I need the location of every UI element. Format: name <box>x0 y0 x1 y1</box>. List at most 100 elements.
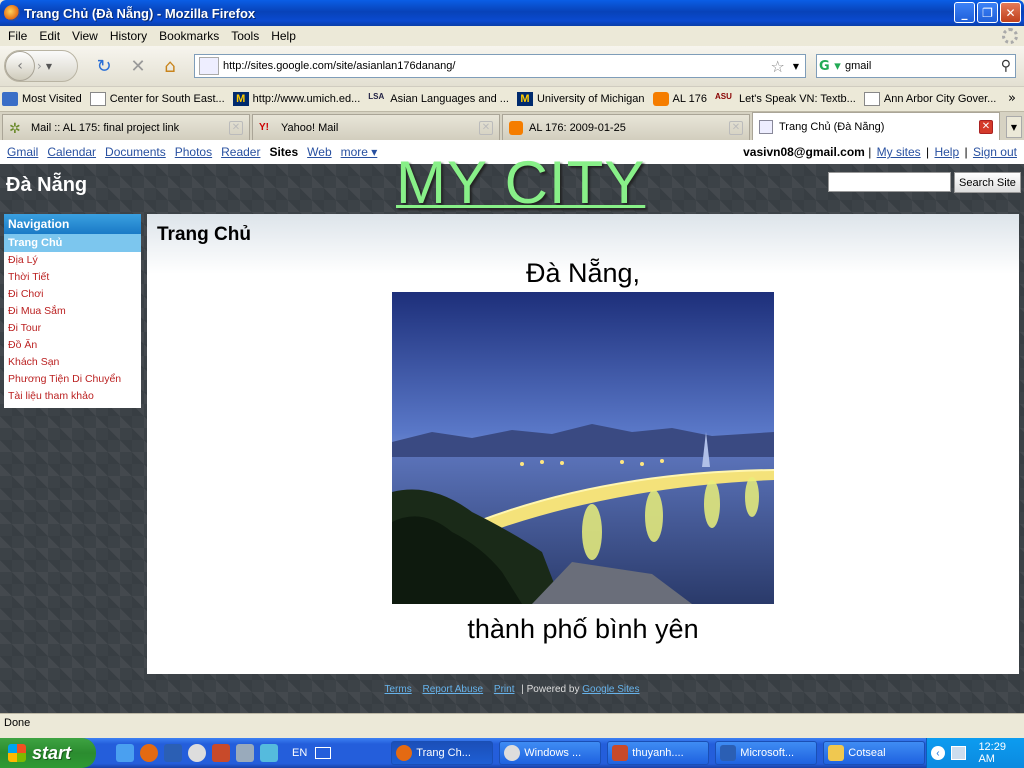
nav-item-do-an[interactable]: Đồ Ăn <box>4 337 141 354</box>
bookmark-label: Let's Speak VN: Textb... <box>739 93 856 105</box>
powered-by-text: Powered by <box>526 684 580 695</box>
help-link[interactable]: Help <box>934 145 959 159</box>
menu-edit[interactable]: Edit <box>33 29 66 43</box>
window-title: Trang Chủ (Đà Nẵng) - Mozilla Firefox <box>24 5 256 21</box>
start-button[interactable]: start <box>0 738 96 768</box>
menu-tools[interactable]: Tools <box>225 29 265 43</box>
quicklaunch-icon[interactable] <box>212 744 230 762</box>
navigation-header: Navigation <box>4 214 141 234</box>
search-icon[interactable]: ⚲ <box>1001 58 1011 74</box>
bookmark-item[interactable]: ASU Let's Speak VN: Textb... <box>715 92 856 106</box>
taskbar-item-thuyanh[interactable]: thuyanh.... <box>607 741 710 765</box>
menu-bookmarks[interactable]: Bookmarks <box>153 29 225 43</box>
report-abuse-link[interactable]: Report Abuse <box>423 684 484 695</box>
site-identity-icon[interactable] <box>199 57 219 75</box>
history-dropdown-icon[interactable]: ▼ <box>46 62 52 71</box>
bookmark-item[interactable]: LSA Asian Languages and ... <box>368 92 509 106</box>
print-link[interactable]: Print <box>494 684 515 695</box>
url-bar[interactable]: http://sites.google.com/site/asianlan176… <box>194 54 806 78</box>
search-site-button[interactable]: Search Site <box>954 172 1021 193</box>
tab-al176[interactable]: AL 176: 2009-01-25 ✕ <box>502 114 750 140</box>
menu-history[interactable]: History <box>104 29 153 43</box>
folder-icon <box>2 92 18 106</box>
reload-button[interactable]: ↻ <box>92 54 116 78</box>
gear-icon: ✲ <box>9 119 21 136</box>
search-input[interactable]: gmail <box>845 60 1001 72</box>
back-button[interactable]: ‹ <box>5 51 35 81</box>
terms-link[interactable]: Terms <box>385 684 412 695</box>
word-icon[interactable] <box>164 744 182 762</box>
gbar-link-photos[interactable]: Photos <box>175 145 212 159</box>
bookmark-item[interactable]: AL 176 <box>652 92 707 106</box>
taskbar-item-firefox[interactable]: Trang Ch... <box>391 741 494 765</box>
url-dropdown-icon[interactable]: ▼ <box>793 62 799 71</box>
media-player-icon[interactable] <box>188 744 206 762</box>
gbar-link-gmail[interactable]: Gmail <box>7 145 38 159</box>
language-indicator[interactable]: EN <box>292 747 307 759</box>
url-text[interactable]: http://sites.google.com/site/asianlan176… <box>223 60 771 72</box>
bookmark-most-visited[interactable]: Most Visited <box>2 92 82 106</box>
nav-item-trang-chu[interactable]: Trang Chủ <box>4 234 141 252</box>
forward-button[interactable]: › <box>37 59 42 73</box>
bookmark-item[interactable]: Mhttp://www.umich.ed... <box>232 92 360 106</box>
restore-button[interactable]: ❐ <box>977 2 998 23</box>
tab-yahoo-mail[interactable]: Y! Yahoo! Mail ✕ <box>252 114 500 140</box>
gbar-link-more[interactable]: more ▾ <box>341 145 378 159</box>
gbar-current-sites: Sites <box>269 145 299 159</box>
tab-trang-chu[interactable]: Trang Chủ (Đà Nẵng) ✕ <box>752 112 1000 140</box>
bookmarks-overflow-icon[interactable]: » <box>1008 91 1016 106</box>
main-content: Trang Chủ Đà Nẵng, thành phố bình yên <box>147 214 1019 674</box>
bookmark-item[interactable]: Ann Arbor City Gover... <box>863 92 996 106</box>
gbar-link-reader[interactable]: Reader <box>221 145 260 159</box>
menu-file[interactable]: File <box>2 29 33 43</box>
site-search-input[interactable] <box>828 172 951 192</box>
bookmark-item[interactable]: Center for South East... <box>89 92 225 106</box>
site-name[interactable]: Đà Nẵng <box>6 174 87 197</box>
my-sites-link[interactable]: My sites <box>877 145 921 159</box>
taskbar-item-microsoft[interactable]: Microsoft... <box>715 741 818 765</box>
nav-item-di-mua-sam[interactable]: Đi Mua Sắm <box>4 303 141 320</box>
menu-view[interactable]: View <box>66 29 104 43</box>
home-button[interactable]: ⌂ <box>158 54 182 78</box>
tray-expand-icon[interactable]: ‹ <box>931 746 945 760</box>
close-window-button[interactable]: ✕ <box>1000 2 1021 23</box>
gbar-link-web[interactable]: Web <box>307 145 331 159</box>
keyboard-icon[interactable] <box>315 747 332 759</box>
page-title: Trang Chủ <box>157 224 251 245</box>
nav-item-dia-ly[interactable]: Địa Lý <box>4 252 141 269</box>
nav-item-phuong-tien[interactable]: Phương Tiện Di Chuyển <box>4 371 141 388</box>
taskbar-item-windows[interactable]: Windows ... <box>499 741 602 765</box>
menu-help[interactable]: Help <box>265 29 302 43</box>
tab-label: AL 176: 2009-01-25 <box>529 121 626 134</box>
tab-mail[interactable]: ✲ Mail :: AL 175: final project link ✕ <box>2 114 250 140</box>
nav-item-tai-lieu[interactable]: Tài liệu tham khảo <box>4 388 141 405</box>
gbar-link-calendar[interactable]: Calendar <box>47 145 96 159</box>
tab-close-icon[interactable]: ✕ <box>729 120 743 135</box>
minimize-button[interactable]: _ <box>954 2 975 23</box>
bookmark-item[interactable]: M University of Michigan <box>516 92 645 106</box>
tab-close-icon[interactable]: ✕ <box>979 119 993 134</box>
nav-item-thoi-tiet[interactable]: Thời Tiết <box>4 269 141 286</box>
stop-button[interactable]: ✕ <box>126 54 150 78</box>
nav-item-khach-san[interactable]: Khách Sạn <box>4 354 141 371</box>
nav-item-di-choi[interactable]: Đi Chơi <box>4 286 141 303</box>
tab-list-dropdown-icon[interactable]: ▼ <box>1006 116 1022 138</box>
gbar-link-documents[interactable]: Documents <box>105 145 166 159</box>
firefox-quicklaunch-icon[interactable] <box>140 744 158 762</box>
tab-close-icon[interactable]: ✕ <box>479 120 493 135</box>
network-icon[interactable] <box>950 746 967 760</box>
clock[interactable]: 12:29 AM <box>978 741 1024 765</box>
bookmark-label: Asian Languages and ... <box>390 93 509 105</box>
sign-out-link[interactable]: Sign out <box>973 145 1017 159</box>
quicklaunch-icon[interactable] <box>260 744 278 762</box>
bookmarks-toolbar: Most Visited Center for South East... Mh… <box>0 86 1024 111</box>
google-engine-icon[interactable]: G ▾ <box>819 56 845 76</box>
taskbar-item-cotseal[interactable]: Cotseal <box>823 741 926 765</box>
ie-icon[interactable] <box>116 744 134 762</box>
bookmark-star-icon[interactable]: ☆ <box>771 57 785 76</box>
quicklaunch-icon[interactable] <box>236 744 254 762</box>
nav-item-di-tour[interactable]: Đi Tour <box>4 320 141 337</box>
search-bar[interactable]: G ▾ gmail ⚲ <box>816 54 1016 78</box>
google-sites-link[interactable]: Google Sites <box>582 684 639 695</box>
tab-close-icon[interactable]: ✕ <box>229 120 243 135</box>
